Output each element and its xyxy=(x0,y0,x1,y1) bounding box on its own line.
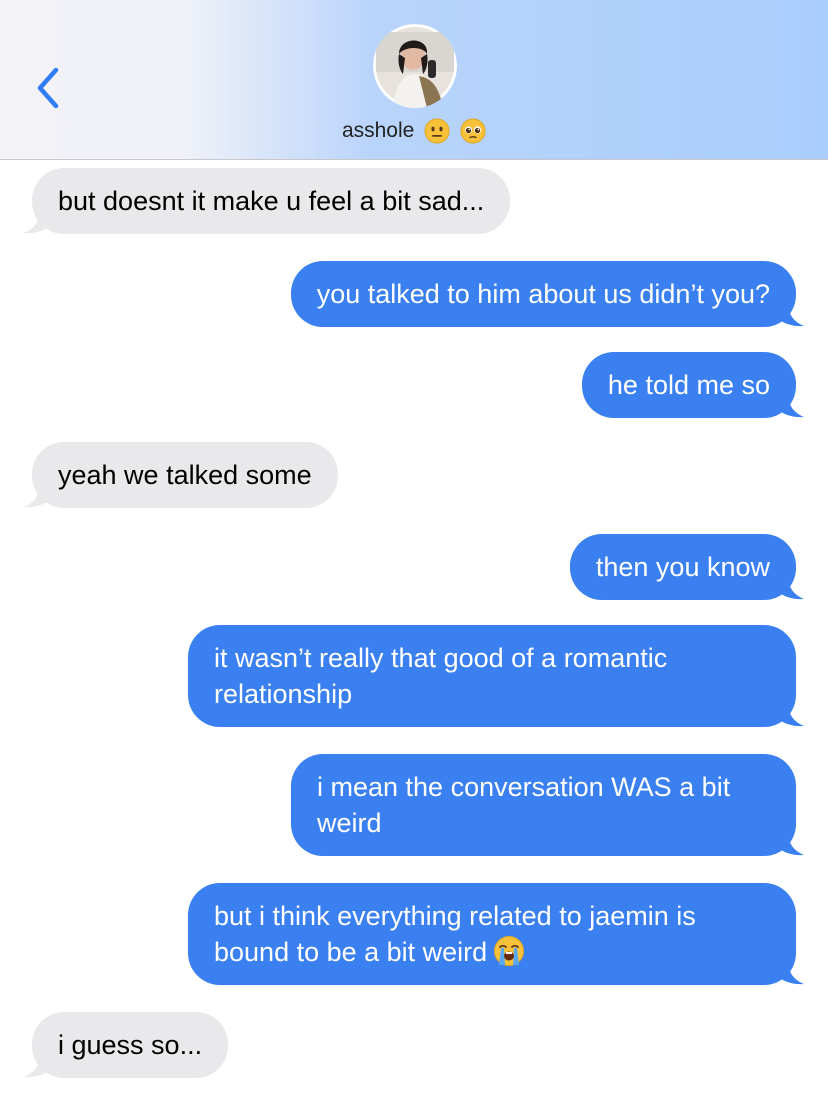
message-bubble: it wasn’t really that good of a romantic… xyxy=(188,625,796,727)
message-text: yeah we talked some xyxy=(58,460,312,490)
message-bubble: he told me so xyxy=(581,352,796,418)
message-bubble: i mean the conversation WAS a bit weird xyxy=(291,754,796,856)
back-chevron-icon[interactable] xyxy=(30,66,70,110)
conversation-header: asshole xyxy=(0,0,828,160)
message-outgoing[interactable]: i mean the conversation WAS a bit weird xyxy=(291,754,804,856)
message-incoming[interactable]: yeah we talked some xyxy=(24,442,338,508)
contact-name: asshole xyxy=(341,119,415,142)
message-outgoing[interactable]: he told me so xyxy=(581,352,804,418)
message-outgoing[interactable]: but i think everything related to jaemin… xyxy=(188,883,804,985)
message-text: i guess so... xyxy=(58,1030,203,1060)
message-text: then you know xyxy=(595,552,770,582)
message-incoming[interactable]: i guess so... xyxy=(24,1012,229,1078)
message-thread: but doesnt it make u feel a bit sad... y… xyxy=(0,160,828,1100)
message-bubble: yeah we talked some xyxy=(32,442,338,508)
message-bubble: you talked to him about us didn’t you? xyxy=(290,261,796,327)
message-incoming[interactable]: but doesnt it make u feel a bit sad... xyxy=(24,168,511,234)
pleading-face-icon xyxy=(460,118,486,144)
message-bubble: then you know xyxy=(569,534,796,600)
message-bubble: but i think everything related to jaemin… xyxy=(188,883,796,985)
message-text: he told me so xyxy=(607,370,770,400)
message-bubble: i guess so... xyxy=(32,1012,229,1078)
message-text: but doesnt it make u feel a bit sad... xyxy=(58,186,485,216)
message-text: you talked to him about us didn’t you? xyxy=(316,279,770,309)
message-outgoing[interactable]: then you know xyxy=(569,534,804,600)
message-text: but i think everything related to jaemin… xyxy=(214,901,696,967)
message-text: i mean the conversation WAS a bit weird xyxy=(317,772,731,838)
message-outgoing[interactable]: it wasn’t really that good of a romantic… xyxy=(188,625,804,727)
message-outgoing[interactable]: you talked to him about us didn’t you? xyxy=(290,261,804,327)
loudly-crying-face-icon xyxy=(493,935,525,967)
neutral-face-icon xyxy=(424,118,450,144)
contact-name-row[interactable]: asshole xyxy=(0,118,828,144)
contact-avatar[interactable] xyxy=(373,24,457,108)
message-bubble: but doesnt it make u feel a bit sad... xyxy=(32,168,511,234)
message-text: it wasn’t really that good of a romantic… xyxy=(214,643,668,709)
